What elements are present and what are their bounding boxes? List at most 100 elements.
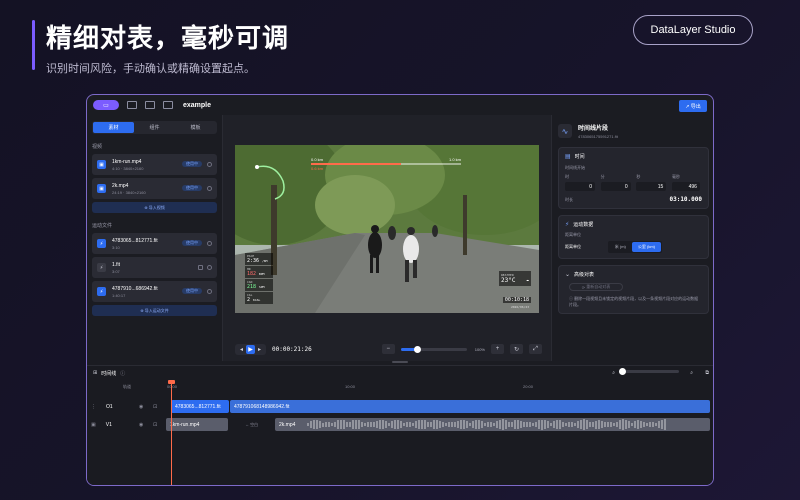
resize-handle[interactable] — [392, 361, 408, 363]
drag-handle-icon[interactable]: ⋮ — [91, 404, 96, 410]
waveform-bar — [517, 420, 519, 429]
waveform-bar — [580, 419, 582, 430]
activity-item[interactable]: ⚡ 4783065...812771.fit 3:10 使用中 — [92, 233, 217, 254]
hero-subtitle: 识别时间风险，手动确认或精确设置起点。 — [46, 63, 255, 75]
waveform-bar — [574, 422, 576, 427]
brand-badge[interactable]: DataLayer Studio — [633, 15, 753, 45]
video-preview[interactable]: 0.0 km 1.0 km 0.6 km PACE 2:36 /KM HR 18… — [235, 145, 539, 313]
copy-icon[interactable] — [198, 265, 203, 270]
millisecond-input[interactable]: 496 — [671, 182, 700, 191]
clock-overlay: 00:10:18 — [502, 297, 531, 303]
app-logo-icon[interactable]: ▭ — [93, 100, 119, 110]
more-icon[interactable] — [207, 186, 212, 191]
timeline-clip[interactable]: 1km-run.mp4 — [166, 418, 228, 431]
info-icon[interactable]: ⓘ — [120, 370, 125, 377]
waveform-bar — [637, 420, 639, 429]
activity-item[interactable]: ⚡ 4787910...686942.fit 1:40:17 使用中 — [92, 281, 217, 302]
waveform-bar — [331, 422, 333, 427]
bolt-icon: ⚡ — [97, 263, 106, 272]
waveform-bar — [385, 421, 387, 428]
lock-icon[interactable]: ⊡ — [153, 422, 157, 428]
activity-item-meta: 1:40:17 — [112, 292, 126, 298]
waveform-bar — [547, 421, 549, 428]
unit-meters[interactable]: 米 (m) — [609, 242, 632, 252]
zoom-in-icon[interactable]: ⌕ — [690, 370, 693, 376]
waveform-bar — [625, 419, 627, 430]
hour-input[interactable]: 0 — [565, 182, 595, 191]
tab-components[interactable]: 组件 — [134, 122, 175, 133]
inspector-panel: ∿ 时间线片段 4783065175591271.fit ▤ 时间 时间线开始 时… — [551, 115, 713, 361]
waveform-bar — [391, 421, 393, 428]
video-item[interactable]: ▣ 1km-run.mp4 4:10 · 3840×2160 使用中 — [92, 154, 217, 175]
waveform-bar — [472, 421, 474, 428]
eye-icon[interactable]: ◉ — [139, 404, 143, 410]
playback-bar: ◂ ▶ ▸ 00:00:21:26 − 100% + ↻ ⤢ — [235, 343, 542, 355]
video-item[interactable]: ▣ 2k.mp4 24:19 · 3840×2160 使用中 — [92, 178, 217, 199]
weather-overlay: WEATHER 23°C ☁ — [499, 271, 531, 286]
zoom-in-icon[interactable]: + — [490, 344, 504, 354]
waveform-bar — [382, 419, 384, 430]
tab-templates[interactable]: 模板 — [175, 122, 216, 133]
timeline-zoom-knob[interactable] — [619, 368, 626, 375]
minute-input[interactable]: 0 — [600, 182, 631, 191]
timeline-zoom-slider[interactable] — [619, 368, 679, 375]
zoom-slider-knob[interactable] — [414, 345, 422, 353]
play-icon[interactable]: ▶ — [246, 344, 255, 354]
layout-bottom-icon[interactable] — [145, 101, 155, 109]
more-icon[interactable] — [207, 241, 212, 246]
auto-sync-button[interactable]: ⟳ 重新自动对表 — [569, 283, 623, 291]
zoom-slider[interactable] — [400, 345, 467, 353]
step-forward-icon[interactable]: ▸ — [255, 345, 264, 354]
import-video-button[interactable]: ⊕ 导入视频 — [92, 202, 217, 213]
waveform-bar — [598, 420, 600, 429]
more-icon[interactable] — [207, 265, 212, 270]
waveform-bar — [622, 419, 624, 430]
gap-marker[interactable]: ↔ 空白 — [245, 422, 258, 428]
hr-unit: BPM — [259, 272, 265, 276]
inspector-title: 时间线片段 — [578, 126, 609, 132]
waveform-bar — [418, 420, 420, 429]
waveform-bar — [310, 421, 312, 428]
split-icon[interactable]: ⧉ — [705, 370, 709, 376]
temperature: 23°C — [501, 277, 516, 284]
timeline-icon: ⊞ — [93, 370, 98, 376]
waveform-bar — [388, 423, 390, 426]
fullscreen-icon[interactable]: ⤢ — [528, 344, 542, 354]
waveform-bar — [394, 419, 396, 430]
waveform-bar — [490, 422, 492, 427]
step-back-icon[interactable]: ◂ — [237, 345, 246, 354]
zoom-out-icon[interactable]: − — [381, 344, 395, 354]
waveform-bar — [478, 420, 480, 429]
more-icon[interactable] — [207, 162, 212, 167]
eye-icon[interactable]: ◉ — [139, 422, 143, 428]
distance-bar: 0.0 km 1.0 km 0.6 km — [311, 157, 461, 171]
zoom-out-icon[interactable]: ⌕ — [612, 370, 615, 376]
waveform-bar — [568, 422, 570, 427]
second-input[interactable]: 15 — [636, 182, 667, 191]
import-activity-button[interactable]: ⊕ 导入运动文件 — [92, 305, 217, 316]
timeline-clip[interactable]: 4783065...812771.fit — [171, 400, 229, 413]
waveform-bar — [400, 421, 402, 428]
timeline-clip[interactable]: 478791068148986942.fit — [230, 400, 710, 413]
in-use-badge: 使用中 — [182, 161, 202, 167]
tab-assets[interactable]: 素材 — [93, 122, 134, 133]
waveform-bar — [661, 419, 663, 430]
activity-item-meta: 3:10 — [112, 244, 120, 250]
waveform-bar — [589, 422, 591, 427]
waveform-bar — [433, 420, 435, 429]
chevron-down-icon[interactable]: ⌄ — [565, 271, 570, 278]
activity-card-title: 运动数据 — [573, 222, 594, 228]
waveform-bar — [361, 421, 363, 428]
layout-right-icon[interactable] — [163, 101, 173, 109]
activity-item[interactable]: ⚡ 1.fit 3:07 — [92, 257, 217, 278]
lock-icon[interactable]: ⊡ — [153, 404, 157, 410]
layout-left-icon[interactable] — [127, 101, 137, 109]
more-icon[interactable] — [207, 289, 212, 294]
track-row-o1: ⋮ O1 ◉ ⊡ 4783065...812771.fit 4787910681… — [87, 398, 713, 415]
time-card: ▤ 时间 时间线开始 时0 分0 秒 15 毫秒 496 时长 03:10.000 — [558, 147, 709, 209]
reset-icon[interactable]: ↻ — [509, 344, 523, 354]
waveform-bar — [349, 421, 351, 428]
unit-kilometers[interactable]: 公里 (km) — [631, 242, 661, 252]
export-button[interactable]: ↗ 导出 — [679, 100, 707, 112]
playhead[interactable] — [171, 382, 172, 485]
